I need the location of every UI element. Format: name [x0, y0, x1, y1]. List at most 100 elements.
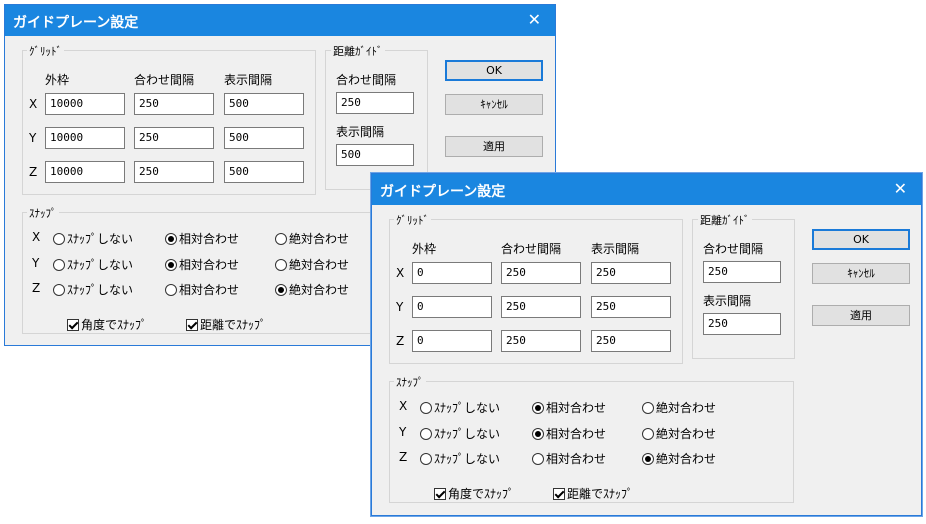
grid-outer-input[interactable]: 0	[412, 330, 492, 352]
snap-absolute-label: 絶対合わせ	[656, 427, 717, 441]
radio-circle[interactable]	[532, 453, 544, 465]
snap-absolute-radio[interactable]: 絶対合わせ	[275, 230, 349, 247]
grid-display-input[interactable]: 250	[591, 296, 671, 318]
radio-circle[interactable]	[165, 284, 177, 296]
grid-align-input[interactable]: 250	[501, 296, 581, 318]
radio-circle[interactable]	[53, 284, 65, 296]
cancel-button[interactable]: ｷｬﾝｾﾙ	[812, 263, 910, 284]
radio-circle[interactable]	[532, 428, 544, 440]
col-align-label: 合わせ間隔	[501, 242, 562, 256]
snap-none-label: ｽﾅｯﾌﾟしない	[67, 283, 134, 297]
radio-circle[interactable]	[420, 453, 432, 465]
radio-circle[interactable]	[275, 284, 287, 296]
snap-relative-radio[interactable]: 相対合わせ	[165, 230, 239, 247]
col-display-label: 表示間隔	[591, 242, 640, 256]
distance-snap-checkbox[interactable]: 距離でｽﾅｯﾌﾟ	[186, 316, 266, 333]
radio-circle[interactable]	[532, 402, 544, 414]
snap-none-radio[interactable]: ｽﾅｯﾌﾟしない	[420, 399, 500, 416]
dist-display-input[interactable]: 500	[336, 144, 414, 166]
dist-align-input[interactable]: 250	[336, 92, 414, 114]
col-display-label: 表示間隔	[224, 73, 273, 87]
snap-none-radio[interactable]: ｽﾅｯﾌﾟしない	[420, 425, 500, 442]
dist-display-input[interactable]: 250	[703, 313, 781, 335]
radio-circle[interactable]	[53, 259, 65, 271]
grid-outer-input[interactable]: 10000	[45, 127, 125, 149]
grid-align-input[interactable]: 250	[134, 161, 214, 183]
angle-snap-box[interactable]	[67, 319, 79, 331]
radio-circle[interactable]	[420, 402, 432, 414]
snap-absolute-radio[interactable]: 絶対合わせ	[275, 281, 349, 298]
grid-align-input[interactable]: 250	[134, 127, 214, 149]
snap-relative-radio[interactable]: 相対合わせ	[165, 256, 239, 273]
close-icon[interactable]: ✕	[894, 179, 907, 198]
snap-axis-label: X	[32, 230, 41, 244]
grid-display-input[interactable]: 500	[224, 127, 304, 149]
title-bar[interactable]: ガイドプレーン設定 ✕	[5, 5, 555, 36]
radio-circle[interactable]	[165, 259, 177, 271]
snap-relative-radio[interactable]: 相対合わせ	[165, 281, 239, 298]
distance-snap-box[interactable]	[186, 319, 198, 331]
grid-display-input[interactable]: 500	[224, 161, 304, 183]
apply-button[interactable]: 適用	[812, 305, 910, 326]
snap-none-radio[interactable]: ｽﾅｯﾌﾟしない	[53, 256, 133, 273]
snap-relative-radio[interactable]: 相対合わせ	[532, 399, 606, 416]
radio-circle[interactable]	[642, 428, 654, 440]
snap-relative-radio[interactable]: 相対合わせ	[532, 425, 606, 442]
grid-align-input[interactable]: 250	[134, 93, 214, 115]
angle-snap-checkbox[interactable]: 角度でｽﾅｯﾌﾟ	[67, 316, 147, 333]
grid-display-input[interactable]: 250	[591, 330, 671, 352]
radio-circle[interactable]	[275, 233, 287, 245]
radio-circle[interactable]	[275, 259, 287, 271]
distance-snap-box[interactable]	[553, 488, 565, 500]
snap-relative-label: 相対合わせ	[179, 232, 240, 246]
ok-button[interactable]: OK	[812, 229, 910, 250]
snap-absolute-radio[interactable]: 絶対合わせ	[642, 450, 716, 467]
snap-none-radio[interactable]: ｽﾅｯﾌﾟしない	[420, 450, 500, 467]
snap-axis-label: Y	[399, 425, 407, 439]
snap-absolute-radio[interactable]: 絶対合わせ	[642, 399, 716, 416]
apply-button[interactable]: 適用	[445, 136, 543, 157]
snap-axis-label: X	[399, 399, 408, 413]
close-icon[interactable]: ✕	[528, 10, 541, 29]
cancel-button[interactable]: ｷｬﾝｾﾙ	[445, 94, 543, 115]
snap-none-label: ｽﾅｯﾌﾟしない	[67, 232, 134, 246]
distance-guide-label: 距離ｶﾞｲﾄﾞ	[698, 212, 752, 228]
angle-snap-checkbox[interactable]: 角度でｽﾅｯﾌﾟ	[434, 485, 514, 502]
angle-snap-label: 角度でｽﾅｯﾌﾟ	[448, 487, 515, 501]
snap-absolute-label: 絶対合わせ	[289, 258, 350, 272]
snap-absolute-radio[interactable]: 絶対合わせ	[642, 425, 716, 442]
snap-absolute-radio[interactable]: 絶対合わせ	[275, 256, 349, 273]
dialog-title: ガイドプレーン設定	[13, 15, 139, 31]
dist-align-input[interactable]: 250	[703, 261, 781, 283]
dist-align-label: 合わせ間隔	[703, 242, 764, 256]
grid-group-label: ｸﾞﾘｯﾄﾞ	[394, 212, 431, 228]
title-bar[interactable]: ガイドプレーン設定 ✕	[372, 174, 921, 205]
dist-align-label: 合わせ間隔	[336, 73, 397, 87]
radio-circle[interactable]	[53, 233, 65, 245]
grid-display-input[interactable]: 250	[591, 262, 671, 284]
grid-outer-input[interactable]: 10000	[45, 161, 125, 183]
radio-circle[interactable]	[642, 402, 654, 414]
snap-none-radio[interactable]: ｽﾅｯﾌﾟしない	[53, 281, 133, 298]
snap-relative-radio[interactable]: 相対合わせ	[532, 450, 606, 467]
grid-outer-input[interactable]: 10000	[45, 93, 125, 115]
distance-guide-label: 距離ｶﾞｲﾄﾞ	[331, 43, 385, 59]
radio-circle[interactable]	[165, 233, 177, 245]
grid-display-input[interactable]: 500	[224, 93, 304, 115]
snap-absolute-label: 絶対合わせ	[656, 401, 717, 415]
snap-relative-label: 相対合わせ	[179, 283, 240, 297]
distance-snap-checkbox[interactable]: 距離でｽﾅｯﾌﾟ	[553, 485, 633, 502]
ok-button[interactable]: OK	[445, 60, 543, 81]
grid-axis-label: Y	[396, 300, 404, 314]
radio-circle[interactable]	[642, 453, 654, 465]
radio-circle[interactable]	[420, 428, 432, 440]
snap-absolute-label: 絶対合わせ	[289, 283, 350, 297]
grid-outer-input[interactable]: 0	[412, 262, 492, 284]
angle-snap-box[interactable]	[434, 488, 446, 500]
grid-axis-label: Z	[29, 165, 38, 179]
grid-align-input[interactable]: 250	[501, 330, 581, 352]
snap-none-radio[interactable]: ｽﾅｯﾌﾟしない	[53, 230, 133, 247]
grid-align-input[interactable]: 250	[501, 262, 581, 284]
distance-snap-label: 距離でｽﾅｯﾌﾟ	[567, 487, 634, 501]
grid-outer-input[interactable]: 0	[412, 296, 492, 318]
